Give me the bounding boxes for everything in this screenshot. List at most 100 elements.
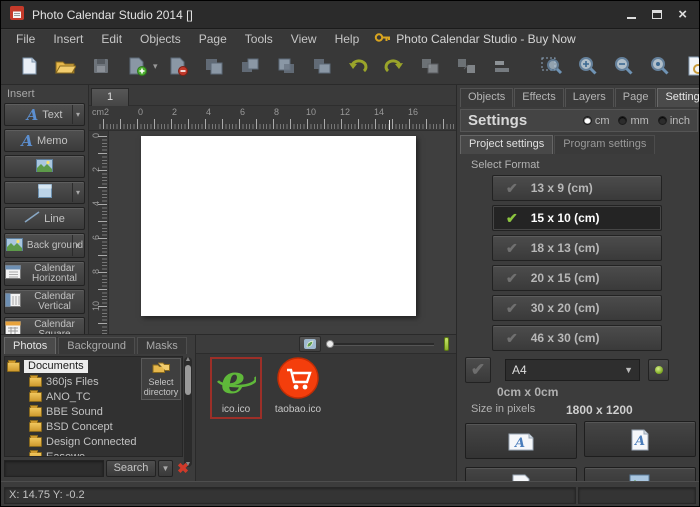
clear-search-icon[interactable]: ✖	[175, 460, 191, 477]
scroll-up-icon[interactable]: ▲	[184, 356, 192, 363]
page-tab-1[interactable]: 1	[91, 88, 129, 106]
cursor-position-marker	[389, 120, 390, 130]
save-icon[interactable]	[89, 54, 113, 78]
pixel-size-row: Size in pixels 1800 x 1200	[471, 403, 693, 415]
search-options-dropdown[interactable]: ▼	[158, 460, 173, 477]
canvas-area[interactable]: 1 cm 2 0 2 4 6 8 10 12 14 16 0 2 4 6 8 1…	[89, 85, 456, 334]
tab-project-settings[interactable]: Project settings	[460, 135, 553, 154]
zoom-100-icon[interactable]	[648, 54, 672, 78]
add-page-icon[interactable]	[125, 54, 149, 78]
group-icon[interactable]	[418, 54, 442, 78]
clone-icon[interactable]	[310, 54, 334, 78]
zoom-selection-icon[interactable]	[540, 54, 564, 78]
print-button[interactable]	[465, 467, 577, 481]
minimize-button[interactable]	[627, 8, 636, 22]
insert-memo-button[interactable]: A Memo	[4, 129, 85, 152]
landscape-button[interactable]: A	[465, 423, 577, 459]
paper-size-dropdown[interactable]: A4 ▼	[505, 359, 640, 381]
shape-dropdown-icon[interactable]: ▾	[72, 183, 83, 202]
thumbnail-taobao[interactable]: taobao.ico	[272, 357, 324, 415]
insert-shape-button[interactable]: ▾	[4, 181, 85, 204]
format-13x9[interactable]: ✔13 x 9 (cm)	[492, 175, 662, 201]
radio-mm[interactable]: mm	[618, 115, 648, 127]
menu-tools[interactable]: Tools	[236, 31, 282, 47]
settings-panel: Objects Effects Layers Page Settings Set…	[456, 85, 700, 481]
tree-item[interactable]: Easewe	[7, 449, 182, 457]
tab-program-settings[interactable]: Program settings	[554, 135, 655, 154]
h-ruler-label: 6	[240, 107, 245, 117]
ungroup-icon[interactable]	[454, 54, 478, 78]
slider-thumb[interactable]	[326, 340, 334, 348]
menu-file[interactable]: File	[7, 31, 44, 47]
panel-splitter-handle[interactable]	[444, 337, 449, 351]
green-led-icon	[655, 366, 663, 374]
thumbnail-ico[interactable]: e ico.ico	[210, 357, 262, 419]
insert-line-button[interactable]: Line	[4, 207, 85, 230]
zoom-out-icon[interactable]	[612, 54, 636, 78]
add-page-dropdown-icon[interactable]: ▾	[153, 61, 158, 72]
thumbnail-size-slider[interactable]	[328, 343, 434, 346]
radio-inch[interactable]: inch	[658, 115, 690, 127]
save-image-button[interactable]	[584, 467, 696, 481]
tab-effects[interactable]: Effects	[514, 88, 563, 107]
zoom-in-icon[interactable]	[576, 54, 600, 78]
format-18x13[interactable]: ✔18 x 13 (cm)	[492, 235, 662, 261]
tab-settings[interactable]: Settings	[657, 88, 700, 107]
menu-help[interactable]: Help	[326, 31, 369, 47]
h-ruler-label: 2	[104, 107, 109, 117]
tree-scrollbar[interactable]: ▲ ▼	[184, 357, 192, 467]
copy-page-icon[interactable]	[202, 54, 226, 78]
maximize-button[interactable]	[652, 8, 662, 22]
insert-line-label: Line	[44, 213, 65, 225]
tab-masks[interactable]: Masks	[137, 337, 187, 354]
tab-objects[interactable]: Objects	[460, 88, 513, 107]
custom-format-check-button[interactable]: ✔	[465, 357, 491, 383]
radio-cm[interactable]: cm	[583, 115, 610, 127]
redo-icon[interactable]	[382, 54, 406, 78]
tab-background[interactable]: Background	[58, 337, 135, 354]
menu-view[interactable]: View	[282, 31, 326, 47]
menu-insert[interactable]: Insert	[44, 31, 92, 47]
tab-layers[interactable]: Layers	[565, 88, 614, 107]
insert-calendar-vertical-button[interactable]: Calendar Vertical	[4, 289, 85, 314]
h-ruler-label: 12	[340, 107, 350, 117]
tab-page[interactable]: Page	[615, 88, 657, 107]
insert-background-button[interactable]: Back ground ▾	[4, 233, 85, 258]
tree-item[interactable]: BSD Concept	[7, 419, 182, 434]
portrait-button[interactable]: A	[584, 421, 696, 457]
tab-photos[interactable]: Photos	[4, 337, 56, 354]
menu-page[interactable]: Page	[190, 31, 236, 47]
format-30x20[interactable]: ✔30 x 20 (cm)	[492, 295, 662, 321]
preview-page-icon[interactable]	[684, 54, 700, 78]
text-dropdown-icon[interactable]: ▾	[72, 105, 83, 124]
open-folder-icon[interactable]	[53, 54, 77, 78]
background-dropdown-icon[interactable]: ▾	[72, 235, 83, 256]
insert-calendar-horizontal-button[interactable]: Calendar Horizontal	[4, 261, 85, 286]
tree-item[interactable]: BBE Sound	[7, 404, 182, 419]
buy-now-link[interactable]: Photo Calendar Studio - Buy Now	[374, 31, 575, 47]
format-46x30[interactable]: ✔46 x 30 (cm)	[492, 325, 662, 351]
search-input[interactable]	[4, 460, 104, 477]
apply-paper-button[interactable]	[648, 359, 669, 381]
menu-objects[interactable]: Objects	[131, 31, 190, 47]
delete-page-icon[interactable]	[166, 54, 190, 78]
duplicate-object-icon[interactable]	[238, 54, 262, 78]
new-document-icon[interactable]	[17, 54, 41, 78]
preview-toggle-button[interactable]	[299, 336, 321, 352]
insert-text-button[interactable]: A Text ▾	[4, 103, 85, 126]
document-page[interactable]	[141, 136, 416, 316]
folder-icon	[29, 422, 42, 432]
menu-edit[interactable]: Edit	[92, 31, 131, 47]
paste-icon[interactable]	[274, 54, 298, 78]
select-directory-button[interactable]: Select directory	[141, 358, 181, 400]
format-label: 15 x 10 (cm)	[531, 211, 600, 225]
search-button[interactable]: Search	[106, 460, 156, 477]
format-20x15[interactable]: ✔20 x 15 (cm)	[492, 265, 662, 291]
undo-icon[interactable]	[346, 54, 370, 78]
format-15x10[interactable]: ✔15 x 10 (cm)	[492, 205, 662, 231]
align-icon[interactable]	[490, 54, 514, 78]
insert-image-button[interactable]	[4, 155, 85, 178]
close-button[interactable]: ×	[678, 10, 687, 20]
tree-item[interactable]: Design Connected	[7, 434, 182, 449]
scrollbar-thumb[interactable]	[185, 365, 191, 395]
